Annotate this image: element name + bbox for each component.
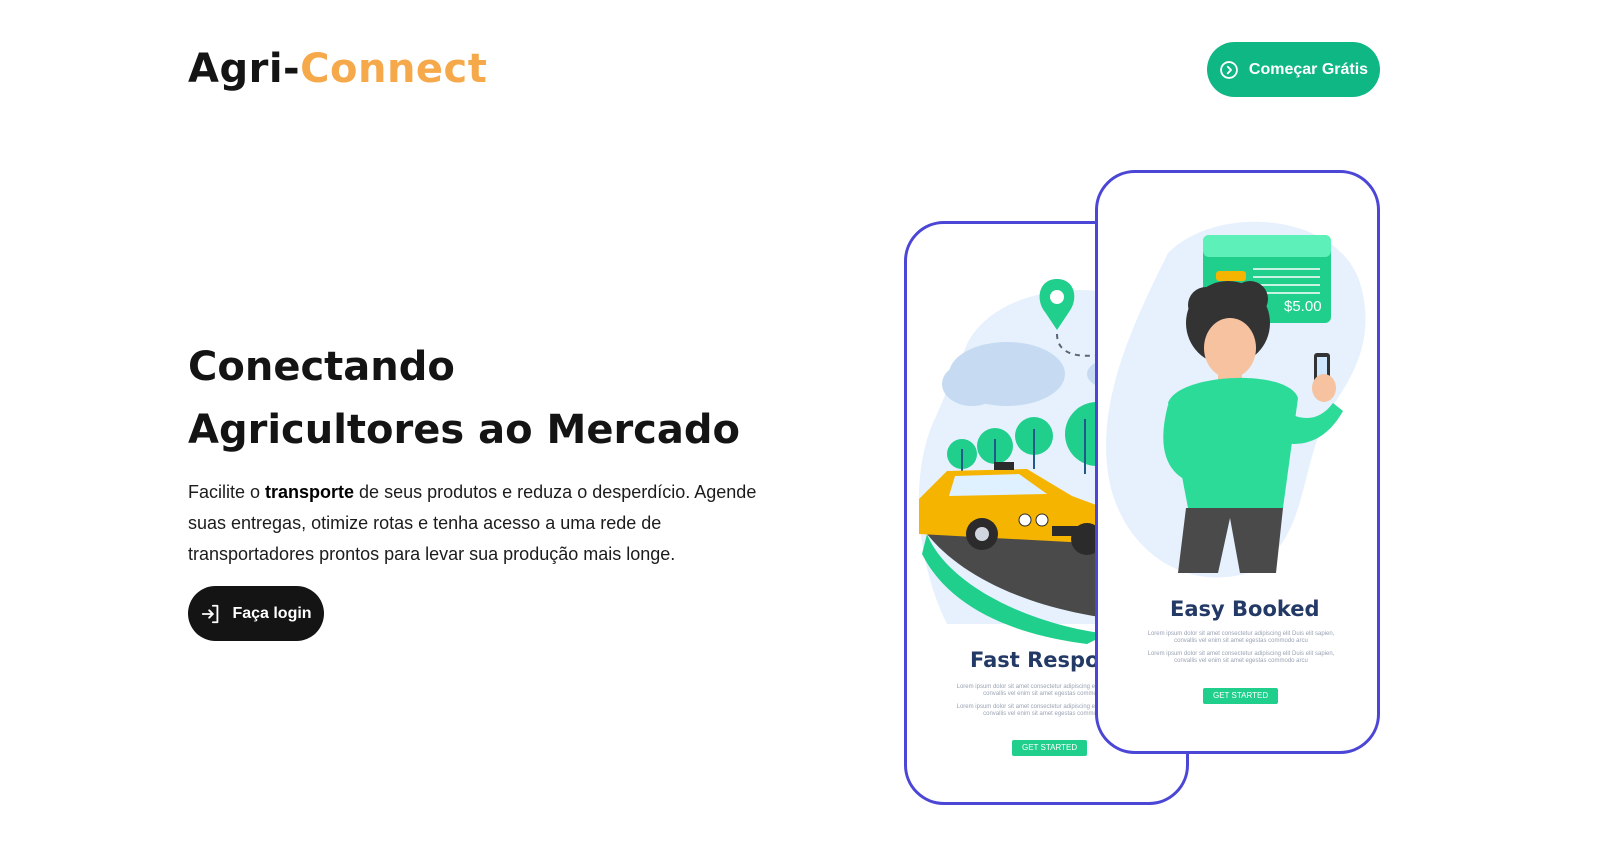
hero-description: Facilite o transporte de seus produtos e… bbox=[188, 477, 788, 570]
hero-text-before: Facilite o bbox=[188, 482, 266, 502]
front-phone-title: Easy Booked bbox=[1170, 597, 1320, 621]
hero-title-line1: Conectando bbox=[188, 344, 455, 390]
front-phone-get-started-button[interactable]: GET STARTED bbox=[1203, 688, 1279, 704]
chevron-right-circle-icon bbox=[1220, 60, 1238, 79]
price-label: $5.00 bbox=[1284, 298, 1322, 315]
hero-title-line2: Agricultores ao Mercado bbox=[188, 407, 740, 453]
hero-title: Conectando Agricultores ao Mercado bbox=[188, 336, 828, 462]
front-phone-lorem-2: Lorem ipsum dolor sit amet consectetur a… bbox=[1147, 651, 1335, 664]
back-phone-get-started-button[interactable]: GET STARTED bbox=[1012, 740, 1088, 756]
phone-mockup-front: Easy Booked $5.00 Lorem ipsum dolor sit … bbox=[1095, 170, 1380, 754]
hero-text-bold: transporte bbox=[265, 482, 355, 502]
logo-part-connect: Connect bbox=[300, 46, 488, 92]
login-label: Faça login bbox=[232, 604, 312, 622]
logo-part-agri: Agri- bbox=[188, 46, 301, 92]
person-booking-illustration bbox=[1106, 221, 1366, 578]
login-button[interactable]: Faça login bbox=[188, 586, 324, 641]
start-free-button[interactable]: Começar Grátis bbox=[1207, 42, 1380, 97]
front-phone-lorem-1: Lorem ipsum dolor sit amet consectetur a… bbox=[1147, 631, 1335, 644]
logo[interactable]: Agri-Connect bbox=[188, 44, 487, 94]
login-icon bbox=[202, 604, 219, 623]
back-phone-title: Fast Respor bbox=[970, 648, 1110, 672]
start-free-label: Começar Grátis bbox=[1248, 60, 1369, 78]
